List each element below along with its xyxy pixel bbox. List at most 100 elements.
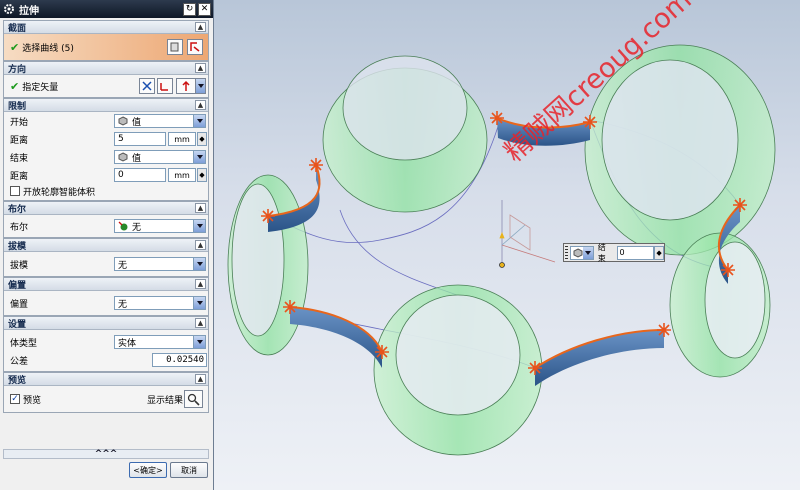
start-type-select[interactable]: 值	[114, 114, 206, 128]
open-profile-row[interactable]: 开放轮廓智能体积	[4, 184, 208, 198]
open-profile-checkbox[interactable]	[10, 186, 20, 196]
select-curve-row[interactable]: ✔ 选择曲线 (5)	[4, 34, 208, 60]
ok-button[interactable]: <确定>	[129, 462, 167, 478]
boolean-title: 布尔	[8, 204, 27, 215]
sketch-section-icon[interactable]	[167, 39, 183, 55]
boolean-select[interactable]: 无	[114, 219, 206, 233]
ring-bottom	[373, 284, 543, 456]
collapse-icon[interactable]: ▲	[195, 100, 206, 110]
section-title: 截面	[8, 23, 27, 34]
direction-header[interactable]: 方向 ▲	[4, 62, 208, 75]
boolean-value: 无	[132, 222, 142, 233]
extrude-dialog: 拉伸 ↻ ✕ 截面 ▲ ✔ 选择曲线 (5) 方向 ▲ ✔ 指定矢量 限制 ▲ …	[0, 0, 214, 490]
floating-end-value[interactable]: 0	[616, 245, 655, 260]
limits-title: 限制	[8, 101, 27, 112]
end-distance-input[interactable]: 0	[114, 168, 166, 182]
graphics-viewport[interactable]: 精贼网creoug.com	[214, 0, 800, 490]
offset-label: 偏置	[10, 299, 29, 310]
chevron-down-icon[interactable]	[193, 151, 205, 163]
collapse-icon[interactable]: ▲	[195, 374, 206, 384]
show-result-button[interactable]	[184, 390, 203, 408]
limits-header[interactable]: 限制 ▲	[4, 99, 208, 112]
coordinate-triad	[499, 200, 556, 268]
end-distance-label: 距离	[10, 171, 29, 182]
drag-grip-icon[interactable]	[565, 246, 568, 259]
tolerance-label: 公差	[10, 356, 29, 367]
draft-label: 拔模	[10, 260, 29, 271]
offset-value: 无	[118, 299, 128, 310]
end-type-mini-select[interactable]	[570, 245, 594, 260]
offset-header[interactable]: 偏置 ▲	[4, 278, 208, 291]
chevron-down-icon[interactable]	[193, 115, 205, 127]
cancel-button[interactable]: 取消	[170, 462, 208, 478]
chevron-down-icon[interactable]	[193, 336, 205, 348]
collapse-icon[interactable]: ▲	[195, 279, 206, 289]
end-type-value: 值	[132, 153, 142, 164]
limits-group: 限制 ▲ 开始 值 距离 5 mm ◆ 结束 值 距离 0 mm ◆ 开放轮廓智…	[3, 98, 209, 201]
offset-group: 偏置 ▲ 偏置 无	[3, 277, 209, 316]
end-spinner-icon[interactable]: ◆	[197, 168, 207, 182]
dialog-panel: 截面 ▲ ✔ 选择曲线 (5) 方向 ▲ ✔ 指定矢量 限制 ▲ 开始 值 距离…	[3, 20, 209, 413]
start-unit[interactable]: mm	[168, 132, 196, 146]
chevron-down-icon[interactable]	[193, 258, 205, 270]
select-curve-label: 选择曲线 (5)	[22, 43, 74, 54]
more-options-toggle[interactable]: ^^^	[3, 449, 209, 459]
preview-group: 预览 ▲ ✓ 预览 显示结果	[3, 372, 209, 413]
draft-group: 拔模 ▲ 拔模 无	[3, 238, 209, 277]
show-result-label: 显示结果	[147, 395, 184, 406]
specify-vector-row[interactable]: ✔ 指定矢量	[4, 75, 208, 97]
model-scene	[227, 44, 776, 456]
preview-title: 预览	[8, 375, 27, 386]
body-type-select[interactable]: 实体	[114, 335, 206, 349]
curve-select-icon[interactable]	[187, 39, 203, 55]
check-icon: ✔	[10, 79, 20, 93]
boolean-header[interactable]: 布尔 ▲	[4, 202, 208, 215]
collapse-icon[interactable]: ▲	[195, 63, 206, 73]
start-spinner-icon[interactable]: ◆	[197, 132, 207, 146]
end-type-select[interactable]: 值	[114, 150, 206, 164]
dialog-titlebar: 拉伸 ↻ ✕	[0, 0, 213, 18]
start-type-value: 值	[132, 117, 142, 128]
chevron-down-icon[interactable]	[193, 220, 205, 232]
ring-top-left	[322, 55, 488, 213]
vector-type-icon[interactable]	[176, 78, 196, 94]
preview-label: 预览	[23, 395, 42, 406]
start-distance-label: 距离	[10, 135, 29, 146]
open-profile-label: 开放轮廓智能体积	[23, 187, 96, 198]
body-type-row: 体类型 实体	[4, 333, 208, 351]
start-distance-input[interactable]: 5	[114, 132, 166, 146]
start-label: 开始	[10, 117, 29, 128]
close-icon[interactable]: ✕	[198, 2, 211, 16]
tolerance-input[interactable]: 0.02540	[152, 353, 207, 367]
section-header[interactable]: 截面 ▲	[4, 21, 208, 34]
preview-header[interactable]: 预览 ▲	[4, 373, 208, 386]
value-icon	[573, 247, 583, 258]
draft-header[interactable]: 拔模 ▲	[4, 239, 208, 252]
preview-checkbox[interactable]: ✓	[10, 394, 20, 404]
boolean-none-icon	[118, 221, 128, 231]
vector-dialog-icon[interactable]	[157, 78, 173, 94]
reset-icon[interactable]: ↻	[183, 2, 196, 16]
settings-group: 设置 ▲ 体类型 实体 公差 0.02540	[3, 316, 209, 372]
reverse-direction-icon[interactable]	[139, 78, 155, 94]
collapse-icon[interactable]: ▲	[195, 318, 206, 328]
collapse-icon[interactable]: ▲	[195, 240, 206, 250]
settings-header[interactable]: 设置 ▲	[4, 317, 208, 330]
offset-title: 偏置	[8, 280, 27, 291]
start-distance-row: 距离 5 mm ◆	[4, 130, 208, 148]
end-unit[interactable]: mm	[168, 168, 196, 182]
chevron-down-icon[interactable]	[193, 297, 205, 309]
value-icon	[118, 152, 128, 162]
settings-title: 设置	[8, 319, 27, 330]
end-row: 结束 值	[4, 148, 208, 166]
vector-dropdown-icon[interactable]	[195, 78, 206, 94]
dialog-title: 拉伸	[19, 5, 39, 17]
gear-icon[interactable]	[3, 3, 15, 15]
collapse-icon[interactable]: ▲	[195, 203, 206, 213]
boolean-row: 布尔 无	[4, 215, 208, 237]
draft-select[interactable]: 无	[114, 257, 206, 271]
collapse-icon[interactable]: ▲	[195, 22, 206, 32]
floating-spinner-icon[interactable]: ◆	[654, 245, 664, 260]
chevron-down-icon[interactable]	[582, 246, 593, 259]
offset-select[interactable]: 无	[114, 296, 206, 310]
